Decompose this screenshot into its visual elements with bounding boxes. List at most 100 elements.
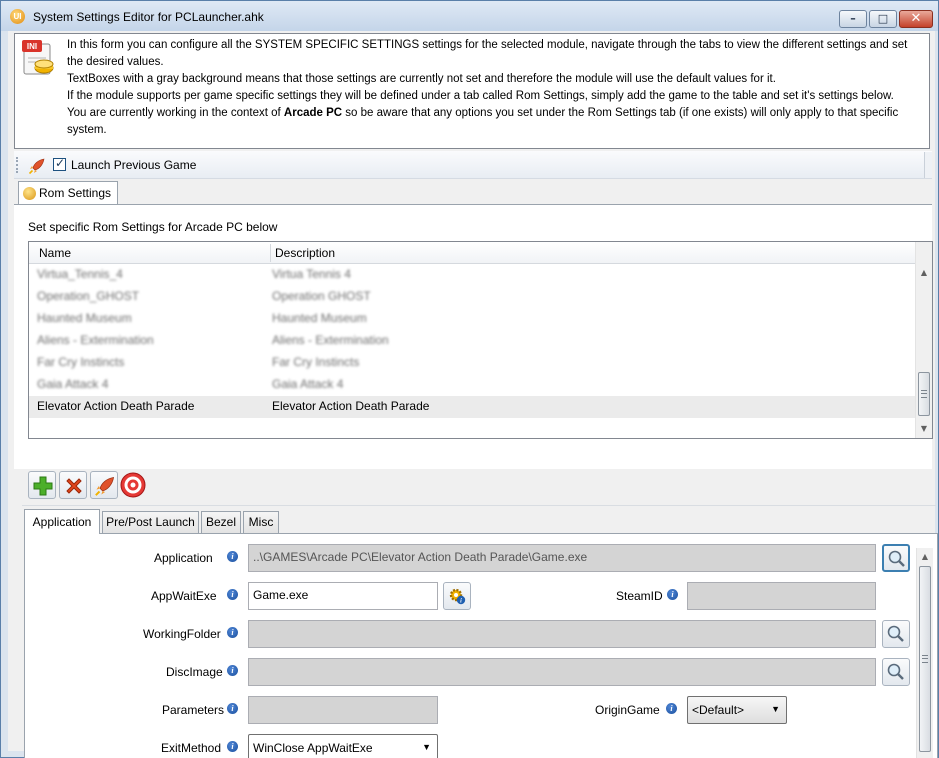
target-button[interactable] <box>120 471 148 499</box>
workingfolder-info-icon[interactable]: i <box>227 627 238 638</box>
column-separator[interactable] <box>270 244 271 262</box>
chevron-down-icon: ▼ <box>422 742 431 752</box>
origingame-value: <Default> <box>692 703 745 717</box>
application-settings-page: Application i ..\GAMES\Arcade PC\Elevato… <box>24 533 938 758</box>
scroll-up-icon[interactable]: ▲ <box>916 264 932 281</box>
parameters-info-icon[interactable]: i <box>227 703 238 714</box>
table-row[interactable]: Aliens - Extermination Aliens - Extermina… <box>29 330 915 352</box>
launch-previous-label[interactable]: Launch Previous Game <box>71 158 196 172</box>
exitmethod-dropdown[interactable]: WinClose AppWaitExe ▼ <box>248 734 438 758</box>
scroll-down-icon[interactable]: ▼ <box>916 420 932 437</box>
magnifier-icon <box>887 625 904 642</box>
rom-settings-page: Set specific Rom Settings for Arcade PC … <box>14 204 933 469</box>
info-line-3: If the module supports per game specific… <box>67 90 894 102</box>
discimage-label: DiscImage <box>166 665 223 679</box>
maximize-button[interactable]: □ <box>869 10 897 28</box>
app-icon: UI <box>10 9 25 24</box>
table-row[interactable]: Operation_GHOST Operation GHOST <box>29 286 915 308</box>
add-rom-button[interactable] <box>28 471 56 499</box>
appwaitexe-field[interactable]: Game.exe <box>248 582 438 610</box>
appwaitexe-label: AppWaitExe <box>151 589 217 603</box>
info-text: In this form you can configure all the S… <box>67 37 923 139</box>
tab-bezel[interactable]: Bezel <box>201 511 241 533</box>
gear-info-icon: i <box>449 588 466 605</box>
main-window: UI System Settings Editor for PCLauncher… <box>0 0 939 758</box>
remove-rom-button[interactable] <box>59 471 87 499</box>
cell-name: Virtua_Tennis_4 <box>37 267 123 281</box>
ini-file-icon: INI <box>22 40 54 75</box>
origingame-label: OriginGame <box>595 703 660 717</box>
application-label: Application <box>154 551 213 565</box>
table-row[interactable]: Gaia Attack 4 Gaia Attack 4 <box>29 374 915 396</box>
table-row[interactable]: Haunted Museum Haunted Museum <box>29 308 915 330</box>
scroll-down-icon[interactable]: ▼ <box>917 753 933 758</box>
tab-application[interactable]: Application <box>24 509 100 534</box>
table-row[interactable]: Elevator Action Death Parade Elevator Act… <box>29 396 915 418</box>
workingfolder-label: WorkingFolder <box>143 627 221 641</box>
cell-name: Haunted Museum <box>37 311 132 325</box>
tab-pre-post-launch[interactable]: Pre/Post Launch <box>102 511 199 533</box>
grid-header: Name Description <box>29 242 915 264</box>
cell-description: Aliens - Extermination <box>272 333 389 347</box>
table-row[interactable]: Virtua_Tennis_4 Virtua Tennis 4 <box>29 264 915 286</box>
info-line-4-pre: You are currently working in the context… <box>67 107 284 119</box>
rom-grid[interactable]: Name Description Virtua_Tennis_4 Virtua T… <box>28 241 933 439</box>
client-area: INI In this form you can configure all t… <box>8 31 938 758</box>
rocket-launch-icon <box>95 476 115 496</box>
delete-icon <box>66 478 82 494</box>
grid-scrollbar[interactable]: ▲ ▼ <box>915 242 932 438</box>
origingame-dropdown[interactable]: <Default> ▼ <box>687 696 787 724</box>
column-header-name[interactable]: Name <box>39 246 71 260</box>
scroll-thumb[interactable] <box>919 566 931 752</box>
title-bar[interactable]: UI System Settings Editor for PCLauncher… <box>1 1 938 31</box>
tab-misc[interactable]: Misc <box>243 511 279 533</box>
discimage-browse-button[interactable] <box>882 658 910 686</box>
application-field[interactable]: ..\GAMES\Arcade PC\Elevator Action Death… <box>248 544 876 572</box>
cell-description: Operation GHOST <box>272 289 371 303</box>
toolbar: ✓ Launch Previous Game <box>14 151 932 179</box>
tab-rom-settings[interactable]: Rom Settings <box>18 181 118 205</box>
scroll-thumb[interactable] <box>918 372 930 416</box>
launch-previous-checkbox[interactable]: ✓ <box>53 156 66 171</box>
close-button[interactable]: ✕ <box>899 10 933 28</box>
exitmethod-info-icon[interactable]: i <box>227 741 238 752</box>
cell-description: Far Cry Instincts <box>272 355 360 369</box>
origingame-info-icon[interactable]: i <box>666 703 677 714</box>
application-info-icon[interactable]: i <box>227 551 238 562</box>
scroll-up-icon[interactable]: ▲ <box>917 548 933 565</box>
cell-description: Gaia Attack 4 <box>272 377 344 391</box>
check-icon: ✓ <box>55 156 66 170</box>
window-title: System Settings Editor for PCLauncher.ah… <box>33 10 264 24</box>
workingfolder-field[interactable] <box>248 620 876 648</box>
cell-name: Far Cry Instincts <box>37 355 125 369</box>
column-header-description[interactable]: Description <box>275 246 335 260</box>
cell-name: Elevator Action Death Parade <box>37 399 195 413</box>
appwaitexe-config-button[interactable]: i <box>443 582 471 610</box>
settings-scrollbar[interactable]: ▲ ▼ <box>916 548 933 758</box>
toolbar-overflow[interactable] <box>924 152 932 178</box>
discimage-field[interactable] <box>248 658 876 686</box>
parameters-field[interactable] <box>248 696 438 724</box>
application-browse-button[interactable] <box>882 544 910 572</box>
workingfolder-browse-button[interactable] <box>882 620 910 648</box>
launch-rom-button[interactable] <box>90 471 118 499</box>
cell-description: Haunted Museum <box>272 311 367 325</box>
minimize-button[interactable]: – <box>839 10 867 28</box>
discimage-info-icon[interactable]: i <box>227 665 238 676</box>
cell-name: Gaia Attack 4 <box>37 377 109 391</box>
steamid-info-icon[interactable]: i <box>667 589 678 600</box>
appwaitexe-info-icon[interactable]: i <box>227 589 238 600</box>
steamid-field[interactable] <box>687 582 876 610</box>
magnifier-icon <box>887 663 904 680</box>
toolbar-grip[interactable] <box>16 157 19 173</box>
main-tab-strip: Rom Settings <box>14 181 932 205</box>
minimize-icon: – <box>850 12 856 25</box>
exitmethod-label: ExitMethod <box>161 741 222 755</box>
info-panel: INI In this form you can configure all t… <box>14 33 930 149</box>
maximize-icon: □ <box>877 12 889 25</box>
table-row[interactable]: Far Cry Instincts Far Cry Instincts <box>29 352 915 374</box>
rom-settings-icon <box>23 187 36 200</box>
plus-icon <box>33 476 53 496</box>
rocket-icon <box>28 158 45 175</box>
chevron-down-icon: ▼ <box>771 704 780 714</box>
